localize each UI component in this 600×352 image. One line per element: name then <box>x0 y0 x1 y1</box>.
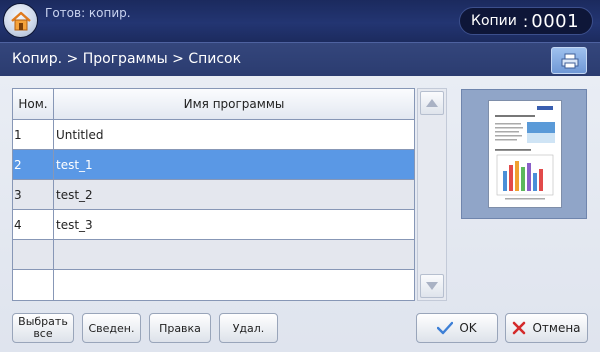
row-number: 1 <box>13 120 54 149</box>
select-all-label-line2: все <box>33 327 53 340</box>
table-row[interactable]: 3 test_2 <box>13 180 414 210</box>
table-row-empty <box>13 240 414 270</box>
column-header-number: Ном. <box>13 89 54 119</box>
home-icon <box>11 11 31 31</box>
cancel-button[interactable]: Отмена <box>505 313 588 343</box>
status-text: Готов: копир. <box>45 6 131 20</box>
info-button[interactable]: Сведен. <box>82 313 141 343</box>
row-number: 2 <box>13 150 54 179</box>
table-row-selected[interactable]: 2 test_1 <box>13 150 414 180</box>
job-status-button[interactable] <box>551 47 587 74</box>
row-number <box>13 240 54 269</box>
row-name: test_3 <box>56 217 93 232</box>
delete-label: Удал. <box>232 321 265 335</box>
row-number: 3 <box>13 180 54 209</box>
scroll-up-button[interactable] <box>420 91 444 115</box>
row-name: test_2 <box>56 187 93 202</box>
row-name <box>54 240 414 269</box>
delete-button[interactable]: Удал. <box>219 313 278 343</box>
main-content: Ном. Имя программы 1 Untitled 2 test_1 3… <box>0 76 600 352</box>
select-all-label: Выбрать все <box>18 316 68 340</box>
document-preview <box>461 89 587 219</box>
scroll-down-button[interactable] <box>420 274 444 298</box>
row-name: Untitled <box>56 127 104 142</box>
x-icon <box>512 321 526 335</box>
printer-icon <box>561 53 579 69</box>
cancel-label: Отмена <box>532 321 581 335</box>
table-row[interactable]: 4 test_3 <box>13 210 414 240</box>
preview-thumbnail <box>495 106 555 200</box>
table-row[interactable]: 1 Untitled <box>13 120 414 150</box>
copies-colon: : <box>522 11 529 31</box>
copies-value: 0001 <box>531 10 580 32</box>
preview-page <box>488 100 562 208</box>
edit-button[interactable]: Правка <box>149 313 211 343</box>
row-name: test_1 <box>56 157 93 172</box>
program-table: Ном. Имя программы 1 Untitled 2 test_1 3… <box>12 88 415 301</box>
table-row-empty <box>13 270 414 300</box>
scrollbar[interactable] <box>417 88 447 301</box>
info-label: Сведен. <box>88 321 135 335</box>
select-all-button[interactable]: Выбрать все <box>12 313 74 343</box>
arrow-down-icon <box>426 282 438 290</box>
row-number <box>13 270 54 300</box>
copies-counter[interactable]: Копии : 0001 <box>459 7 593 35</box>
status-bar: Готов: копир. Копии : 0001 <box>0 0 600 42</box>
table-header: Ном. Имя программы <box>13 89 414 120</box>
edit-label: Правка <box>159 321 201 335</box>
row-number: 4 <box>13 210 54 239</box>
row-name <box>54 270 414 300</box>
checkmark-icon <box>437 321 454 335</box>
home-button[interactable] <box>3 3 38 38</box>
column-header-name: Имя программы <box>183 97 285 111</box>
arrow-up-icon <box>426 99 438 107</box>
copies-label: Копии <box>471 13 517 29</box>
ok-button[interactable]: OK <box>416 313 498 343</box>
breadcrumb-bar: Копир. > Программы > Список <box>0 42 600 76</box>
breadcrumb: Копир. > Программы > Список <box>12 51 242 67</box>
ok-label: OK <box>459 321 477 335</box>
